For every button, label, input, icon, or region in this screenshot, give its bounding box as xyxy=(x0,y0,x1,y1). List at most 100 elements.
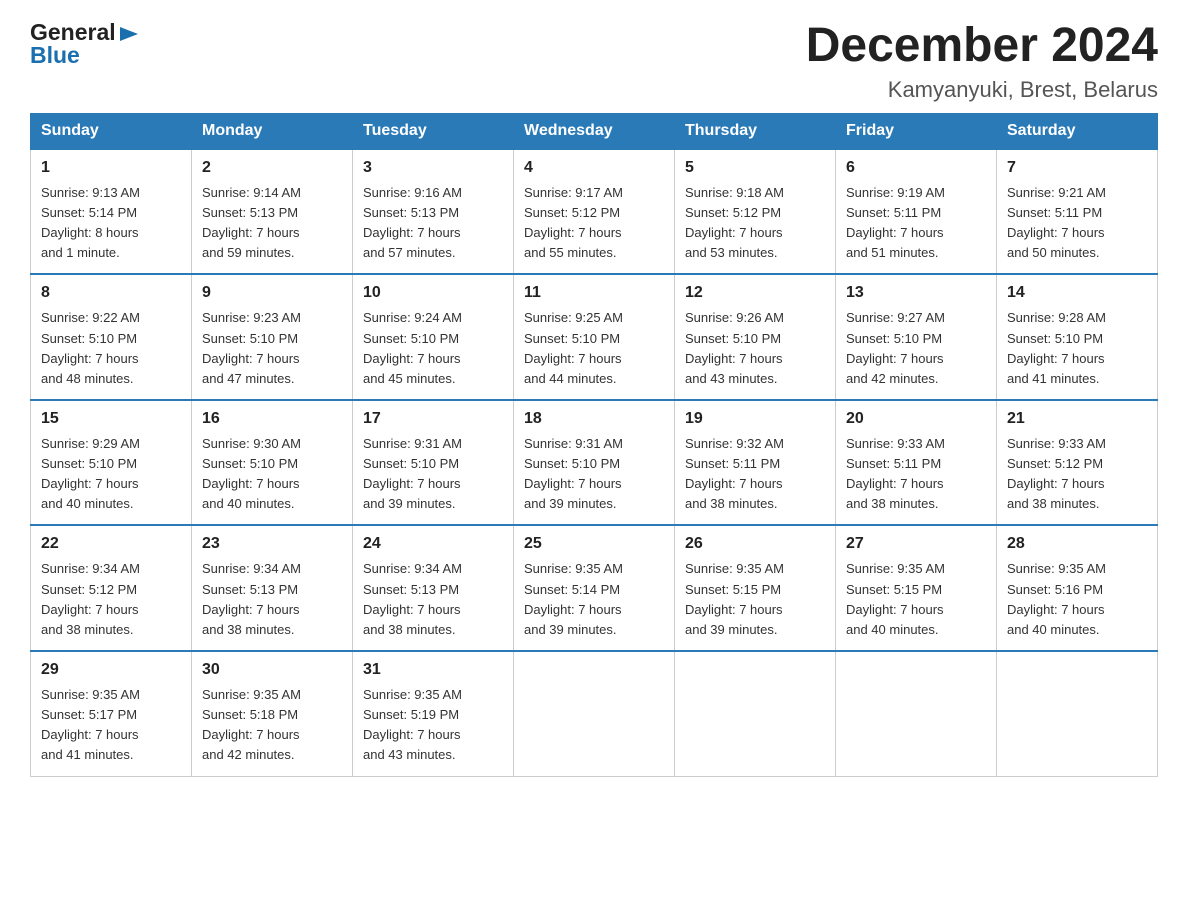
day-number: 22 xyxy=(41,532,181,556)
day-number: 11 xyxy=(524,281,664,305)
day-cell-19: 19Sunrise: 9:32 AM Sunset: 5:11 PM Dayli… xyxy=(675,400,836,526)
empty-cell xyxy=(514,651,675,776)
day-cell-7: 7 Sunrise: 9:21 AM Sunset: 5:11 PM Daylig… xyxy=(997,149,1158,275)
day-info: Sunrise: 9:17 AM Sunset: 5:12 PM Dayligh… xyxy=(524,183,664,264)
day-number: 16 xyxy=(202,407,342,431)
day-number: 12 xyxy=(685,281,825,305)
calendar-table: SundayMondayTuesdayWednesdayThursdayFrid… xyxy=(30,113,1158,777)
day-info: Sunrise: 9:13 AM Sunset: 5:14 PM Dayligh… xyxy=(41,183,181,264)
day-number: 17 xyxy=(363,407,503,431)
day-number: 20 xyxy=(846,407,986,431)
empty-cell xyxy=(675,651,836,776)
header-tuesday: Tuesday xyxy=(353,113,514,149)
day-number: 6 xyxy=(846,156,986,180)
day-cell-25: 25 Sunrise: 9:35 AM Sunset: 5:14 PM Dayli… xyxy=(514,525,675,651)
page-header: General Blue December 2024 Kamyanyuki, B… xyxy=(30,20,1158,103)
day-cell-28: 28 Sunrise: 9:35 AM Sunset: 5:16 PM Dayli… xyxy=(997,525,1158,651)
day-number: 3 xyxy=(363,156,503,180)
day-info: Sunrise: 9:31 AM Sunset: 5:10 PM Dayligh… xyxy=(363,434,503,515)
day-info: Sunrise: 9:33 AM Sunset: 5:12 PM Dayligh… xyxy=(1007,434,1147,515)
day-cell-17: 17 Sunrise: 9:31 AM Sunset: 5:10 PM Dayli… xyxy=(353,400,514,526)
day-cell-18: 18 Sunrise: 9:31 AM Sunset: 5:10 PM Dayli… xyxy=(514,400,675,526)
day-number: 10 xyxy=(363,281,503,305)
day-info: Sunrise: 9:35 AM Sunset: 5:16 PM Dayligh… xyxy=(1007,559,1147,640)
day-info: Sunrise: 9:18 AM Sunset: 5:12 PM Dayligh… xyxy=(685,183,825,264)
day-cell-1: 1Sunrise: 9:13 AM Sunset: 5:14 PM Daylig… xyxy=(31,149,192,275)
day-info: Sunrise: 9:35 AM Sunset: 5:15 PM Dayligh… xyxy=(846,559,986,640)
day-cell-24: 24 Sunrise: 9:34 AM Sunset: 5:13 PM Dayli… xyxy=(353,525,514,651)
day-info: Sunrise: 9:19 AM Sunset: 5:11 PM Dayligh… xyxy=(846,183,986,264)
day-cell-27: 27 Sunrise: 9:35 AM Sunset: 5:15 PM Dayli… xyxy=(836,525,997,651)
day-info: Sunrise: 9:27 AM Sunset: 5:10 PM Dayligh… xyxy=(846,308,986,389)
logo: General Blue xyxy=(30,20,140,69)
week-row-1: 1Sunrise: 9:13 AM Sunset: 5:14 PM Daylig… xyxy=(31,149,1158,275)
header-monday: Monday xyxy=(192,113,353,149)
day-number: 4 xyxy=(524,156,664,180)
day-cell-3: 3 Sunrise: 9:16 AM Sunset: 5:13 PM Daylig… xyxy=(353,149,514,275)
day-number: 24 xyxy=(363,532,503,556)
day-cell-5: 5 Sunrise: 9:18 AM Sunset: 5:12 PM Daylig… xyxy=(675,149,836,275)
day-cell-14: 14 Sunrise: 9:28 AM Sunset: 5:10 PM Dayli… xyxy=(997,274,1158,400)
day-info: Sunrise: 9:34 AM Sunset: 5:13 PM Dayligh… xyxy=(202,559,342,640)
calendar-title-block: December 2024 Kamyanyuki, Brest, Belarus xyxy=(806,20,1158,103)
day-cell-2: 2Sunrise: 9:14 AM Sunset: 5:13 PM Daylig… xyxy=(192,149,353,275)
day-cell-4: 4 Sunrise: 9:17 AM Sunset: 5:12 PM Daylig… xyxy=(514,149,675,275)
logo-text-block: General Blue xyxy=(30,20,140,69)
day-number: 13 xyxy=(846,281,986,305)
day-info: Sunrise: 9:28 AM Sunset: 5:10 PM Dayligh… xyxy=(1007,308,1147,389)
calendar-header-row: SundayMondayTuesdayWednesdayThursdayFrid… xyxy=(31,113,1158,149)
header-friday: Friday xyxy=(836,113,997,149)
day-info: Sunrise: 9:25 AM Sunset: 5:10 PM Dayligh… xyxy=(524,308,664,389)
day-cell-12: 12Sunrise: 9:26 AM Sunset: 5:10 PM Dayli… xyxy=(675,274,836,400)
day-info: Sunrise: 9:35 AM Sunset: 5:14 PM Dayligh… xyxy=(524,559,664,640)
day-info: Sunrise: 9:30 AM Sunset: 5:10 PM Dayligh… xyxy=(202,434,342,515)
day-number: 8 xyxy=(41,281,181,305)
day-number: 19 xyxy=(685,407,825,431)
day-number: 21 xyxy=(1007,407,1147,431)
day-info: Sunrise: 9:24 AM Sunset: 5:10 PM Dayligh… xyxy=(363,308,503,389)
day-info: Sunrise: 9:34 AM Sunset: 5:13 PM Dayligh… xyxy=(363,559,503,640)
day-cell-6: 6 Sunrise: 9:19 AM Sunset: 5:11 PM Daylig… xyxy=(836,149,997,275)
calendar-subtitle: Kamyanyuki, Brest, Belarus xyxy=(806,77,1158,103)
logo-blue: Blue xyxy=(30,43,140,68)
day-cell-23: 23 Sunrise: 9:34 AM Sunset: 5:13 PM Dayli… xyxy=(192,525,353,651)
day-cell-13: 13 Sunrise: 9:27 AM Sunset: 5:10 PM Dayli… xyxy=(836,274,997,400)
day-number: 30 xyxy=(202,658,342,682)
day-number: 9 xyxy=(202,281,342,305)
day-cell-10: 10 Sunrise: 9:24 AM Sunset: 5:10 PM Dayli… xyxy=(353,274,514,400)
calendar-title: December 2024 xyxy=(806,20,1158,73)
day-cell-16: 16 Sunrise: 9:30 AM Sunset: 5:10 PM Dayli… xyxy=(192,400,353,526)
day-number: 26 xyxy=(685,532,825,556)
day-info: Sunrise: 9:22 AM Sunset: 5:10 PM Dayligh… xyxy=(41,308,181,389)
empty-cell xyxy=(997,651,1158,776)
empty-cell xyxy=(836,651,997,776)
day-cell-29: 29Sunrise: 9:35 AM Sunset: 5:17 PM Dayli… xyxy=(31,651,192,776)
header-saturday: Saturday xyxy=(997,113,1158,149)
day-number: 27 xyxy=(846,532,986,556)
day-number: 18 xyxy=(524,407,664,431)
day-info: Sunrise: 9:35 AM Sunset: 5:17 PM Dayligh… xyxy=(41,685,181,766)
day-number: 28 xyxy=(1007,532,1147,556)
day-info: Sunrise: 9:29 AM Sunset: 5:10 PM Dayligh… xyxy=(41,434,181,515)
logo-arrow-icon xyxy=(118,23,140,45)
day-info: Sunrise: 9:16 AM Sunset: 5:13 PM Dayligh… xyxy=(363,183,503,264)
day-number: 23 xyxy=(202,532,342,556)
day-info: Sunrise: 9:21 AM Sunset: 5:11 PM Dayligh… xyxy=(1007,183,1147,264)
day-number: 25 xyxy=(524,532,664,556)
day-info: Sunrise: 9:33 AM Sunset: 5:11 PM Dayligh… xyxy=(846,434,986,515)
header-sunday: Sunday xyxy=(31,113,192,149)
week-row-2: 8 Sunrise: 9:22 AM Sunset: 5:10 PM Daylig… xyxy=(31,274,1158,400)
day-number: 14 xyxy=(1007,281,1147,305)
day-cell-30: 30Sunrise: 9:35 AM Sunset: 5:18 PM Dayli… xyxy=(192,651,353,776)
day-cell-26: 26Sunrise: 9:35 AM Sunset: 5:15 PM Dayli… xyxy=(675,525,836,651)
day-cell-20: 20 Sunrise: 9:33 AM Sunset: 5:11 PM Dayli… xyxy=(836,400,997,526)
day-number: 7 xyxy=(1007,156,1147,180)
day-cell-21: 21 Sunrise: 9:33 AM Sunset: 5:12 PM Dayli… xyxy=(997,400,1158,526)
day-info: Sunrise: 9:31 AM Sunset: 5:10 PM Dayligh… xyxy=(524,434,664,515)
day-cell-15: 15 Sunrise: 9:29 AM Sunset: 5:10 PM Dayli… xyxy=(31,400,192,526)
day-number: 5 xyxy=(685,156,825,180)
day-number: 15 xyxy=(41,407,181,431)
day-info: Sunrise: 9:14 AM Sunset: 5:13 PM Dayligh… xyxy=(202,183,342,264)
day-cell-11: 11 Sunrise: 9:25 AM Sunset: 5:10 PM Dayli… xyxy=(514,274,675,400)
day-number: 31 xyxy=(363,658,503,682)
